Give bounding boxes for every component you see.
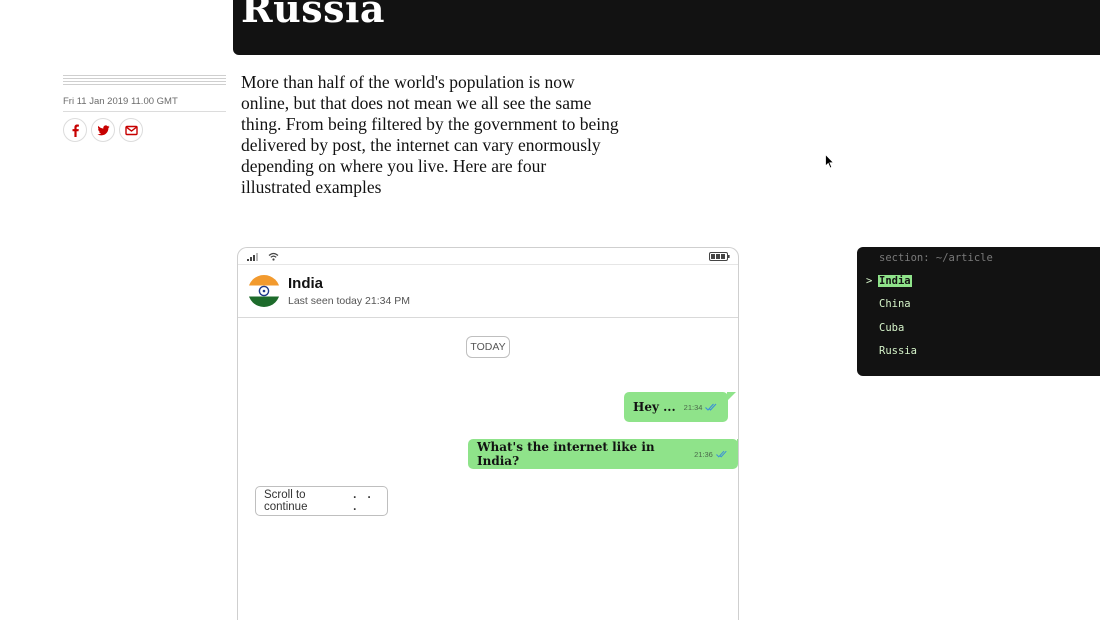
share-email-button[interactable] [119,118,143,142]
publish-date: Fri 11 Jan 2019 11.00 GMT [63,96,178,107]
share-facebook-button[interactable] [63,118,87,142]
section-path: section: ~/article [879,252,993,264]
mouse-cursor-icon [825,154,835,169]
outgoing-message: What's the internet like in India? 21:36 [468,439,738,469]
message-time: 21:34 [683,402,703,412]
email-icon [124,125,138,135]
contact-name: India [288,275,324,292]
twitter-icon [97,124,109,135]
share-buttons [63,118,143,142]
wifi-icon [268,252,279,261]
chat-header: India Last seen today 21:34 PM [238,265,738,318]
share-twitter-button[interactable] [91,118,115,142]
double-tick-icon [705,403,717,411]
section-item-russia[interactable]: Russia [879,345,917,357]
signal-icon [247,253,258,261]
article-standfirst: More than half of the world's population… [241,72,619,197]
outgoing-message: Hey ... 21:34 [624,392,737,422]
section-item-india[interactable]: India [878,275,912,287]
facebook-icon [72,124,79,137]
section-item-china[interactable]: China [879,298,911,310]
message-text: What's the internet like in India? [477,440,655,468]
battery-icon [709,252,730,261]
india-flag-avatar-icon [248,275,280,307]
double-tick-icon [715,450,727,458]
last-seen-status: Last seen today 21:34 PM [288,295,410,307]
meta-divider-lines [63,75,226,86]
message-text: Hey ... [633,400,676,414]
scroll-to-continue-prompt[interactable]: Scroll to continue . . . [255,486,388,516]
date-chip: TODAY [466,336,510,358]
meta-rule [63,111,226,112]
section-navigator: section: ~/article > India China Cuba Ru… [857,247,1100,376]
typing-dots: . . . [353,489,375,513]
scroll-prompt-label: Scroll to continue [264,489,308,513]
section-item-cuba[interactable]: Cuba [879,322,904,334]
phone-status-bar [238,248,738,265]
phone-chat-mockup: India Last seen today 21:34 PM TODAY Hey… [237,247,739,620]
headline-bar: Russia [233,0,1100,55]
message-time: 21:36 [694,449,713,459]
active-caret: > [866,275,873,287]
headline-title: Russia [241,0,386,31]
